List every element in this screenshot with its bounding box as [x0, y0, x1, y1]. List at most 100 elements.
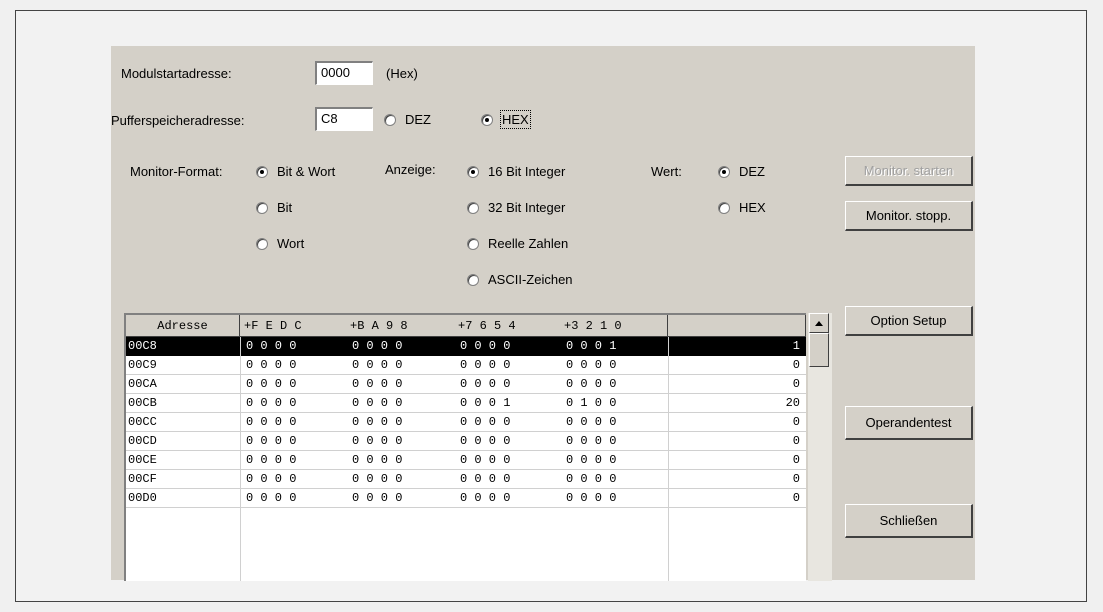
address-cell: 00CF: [128, 472, 157, 486]
column-header-bits-3210: +3 2 1 0: [564, 318, 622, 333]
bit-group-cell: 0 0 0 1: [566, 339, 617, 353]
anzeige-16bit-radio[interactable]: 16 Bit Integer: [467, 164, 565, 179]
monitor-dialog: Modulstartadresse: 0000 (Hex) Pufferspei…: [111, 46, 975, 581]
option-setup-button[interactable]: Option Setup: [845, 306, 973, 336]
radio-unchecked-icon: [384, 113, 396, 126]
address-cell: 00CA: [128, 377, 157, 391]
bit-group-cell: 0 0 0 0: [352, 358, 403, 372]
bit-group-cell: 0 0 0 0: [460, 453, 511, 467]
address-cell: 00CD: [128, 434, 157, 448]
column-gridline: [668, 337, 669, 581]
table-row[interactable]: 00CD 0 0 0 0 0 0 0 0 0 0 0 0 0 0 0 0 0: [126, 432, 806, 451]
row-gridline: [126, 507, 806, 508]
module-start-label: Modulstartadresse:: [121, 66, 232, 81]
bit-group-cell: 0 0 0 0: [246, 396, 297, 410]
column-header-value[interactable]: [668, 315, 806, 337]
monitor-start-button[interactable]: Monitor. starten: [845, 156, 973, 186]
bit-group-cell: 0 0 0 0: [566, 434, 617, 448]
table-row[interactable]: 00CC 0 0 0 0 0 0 0 0 0 0 0 0 0 0 0 0 0: [126, 413, 806, 432]
radio-checked-icon: [481, 113, 493, 126]
monitor-format-wort-radio[interactable]: Wort: [256, 236, 304, 251]
bit-group-cell: 0 0 0 0: [246, 434, 297, 448]
bit-group-cell: 0 0 0 0: [460, 491, 511, 505]
radio-unchecked-icon: [718, 201, 730, 214]
radio-unchecked-icon: [467, 273, 479, 286]
radix-dez-label: DEZ: [405, 112, 431, 127]
column-header-bits-ba98: +B A 9 8: [350, 318, 408, 333]
radio-unchecked-icon: [467, 201, 479, 214]
table-row[interactable]: 00CF 0 0 0 0 0 0 0 0 0 0 0 0 0 0 0 0 0: [126, 470, 806, 489]
radix-dez-radio[interactable]: DEZ: [384, 112, 431, 127]
monitor-format-label: Monitor-Format:: [130, 164, 223, 179]
radio-unchecked-icon: [256, 201, 268, 214]
monitor-stop-button[interactable]: Monitor. stopp.: [845, 201, 973, 231]
radio-unchecked-icon: [467, 237, 479, 250]
bit-group-cell: 0 0 0 0: [352, 472, 403, 486]
vertical-scrollbar[interactable]: [808, 313, 832, 581]
wert-dez-radio[interactable]: DEZ: [718, 164, 765, 179]
bit-group-cell: 0 0 0 0: [352, 453, 403, 467]
anzeige-option-label: ASCII-Zeichen: [488, 272, 573, 287]
radio-checked-icon: [256, 165, 268, 178]
operandentest-button[interactable]: Operandentest: [845, 406, 973, 440]
bit-group-cell: 0 0 0 0: [566, 358, 617, 372]
value-cell: 0: [792, 415, 800, 429]
column-gridline: [240, 337, 241, 581]
bit-group-cell: 0 0 0 0: [566, 491, 617, 505]
table-row[interactable]: 00CE 0 0 0 0 0 0 0 0 0 0 0 0 0 0 0 0 0: [126, 451, 806, 470]
buffer-address-input[interactable]: C8: [315, 107, 373, 131]
table-row[interactable]: 00D0 0 0 0 0 0 0 0 0 0 0 0 0 0 0 0 0 0: [126, 489, 806, 508]
bit-group-cell: 0 0 0 0: [246, 339, 297, 353]
bit-group-cell: 0 0 0 0: [246, 491, 297, 505]
monitor-format-bit-radio[interactable]: Bit: [256, 200, 292, 215]
bit-group-cell: 0 0 0 0: [566, 453, 617, 467]
column-header-address[interactable]: Adresse: [126, 315, 240, 337]
address-cell: 00CC: [128, 415, 157, 429]
table-row[interactable]: 00C8 0 0 0 0 0 0 0 0 0 0 0 0 0 0 0 1 1: [126, 337, 806, 356]
table-row[interactable]: 00C9 0 0 0 0 0 0 0 0 0 0 0 0 0 0 0 0 0: [126, 356, 806, 375]
wert-hex-radio[interactable]: HEX: [718, 200, 766, 215]
value-cell: 0: [792, 491, 800, 505]
bit-group-cell: 0 0 0 0: [352, 491, 403, 505]
anzeige-option-label: 32 Bit Integer: [488, 200, 566, 215]
monitor-format-bit-wort-radio[interactable]: Bit & Wort: [256, 164, 335, 179]
module-start-input[interactable]: 0000: [315, 61, 373, 85]
bit-group-cell: 0 0 0 0: [352, 339, 403, 353]
column-header-bits[interactable]: +F E D C +B A 9 8 +7 6 5 4 +3 2 1 0: [240, 315, 668, 337]
scroll-up-button[interactable]: [809, 313, 829, 333]
value-cell: 0: [792, 377, 800, 391]
bit-group-cell: 0 0 0 1: [460, 396, 511, 410]
buffer-address-label: Pufferspeicheradresse:: [111, 113, 245, 128]
scroll-thumb[interactable]: [809, 333, 829, 367]
table-row[interactable]: 00CA 0 0 0 0 0 0 0 0 0 0 0 0 0 0 0 0 0: [126, 375, 806, 394]
bit-group-cell: 0 0 0 0: [460, 472, 511, 486]
value-cell: 0: [792, 472, 800, 486]
bit-group-cell: 0 1 0 0: [566, 396, 617, 410]
monitor-format-option-label: Bit & Wort: [277, 164, 336, 179]
value-cell: 0: [792, 453, 800, 467]
bit-group-cell: 0 0 0 0: [352, 415, 403, 429]
module-start-unit: (Hex): [386, 66, 418, 81]
anzeige-option-label: 16 Bit Integer: [488, 164, 566, 179]
value-cell: 0: [792, 358, 800, 372]
monitor-format-option-label: Wort: [277, 236, 305, 251]
wert-option-label: HEX: [739, 200, 766, 215]
buffer-monitor-table[interactable]: Adresse +F E D C +B A 9 8 +7 6 5 4 +3 2 …: [124, 313, 806, 581]
value-cell: 1: [792, 339, 800, 353]
bit-group-cell: 0 0 0 0: [566, 472, 617, 486]
bit-group-cell: 0 0 0 0: [246, 377, 297, 391]
anzeige-32bit-radio[interactable]: 32 Bit Integer: [467, 200, 565, 215]
anzeige-reelle-radio[interactable]: Reelle Zahlen: [467, 236, 568, 251]
schliessen-button[interactable]: Schließen: [845, 504, 973, 538]
value-cell: 20: [785, 396, 800, 410]
anzeige-ascii-radio[interactable]: ASCII-Zeichen: [467, 272, 573, 287]
value-cell: 0: [792, 434, 800, 448]
bit-group-cell: 0 0 0 0: [460, 377, 511, 391]
bit-group-cell: 0 0 0 0: [246, 472, 297, 486]
bit-group-cell: 0 0 0 0: [566, 415, 617, 429]
wert-option-label: DEZ: [739, 164, 765, 179]
anzeige-label: Anzeige:: [385, 162, 436, 177]
table-row[interactable]: 00CB 0 0 0 0 0 0 0 0 0 0 0 1 0 1 0 0 20: [126, 394, 806, 413]
column-header-bits-fedc: +F E D C: [244, 318, 302, 333]
radix-hex-radio[interactable]: HEX: [481, 110, 531, 129]
